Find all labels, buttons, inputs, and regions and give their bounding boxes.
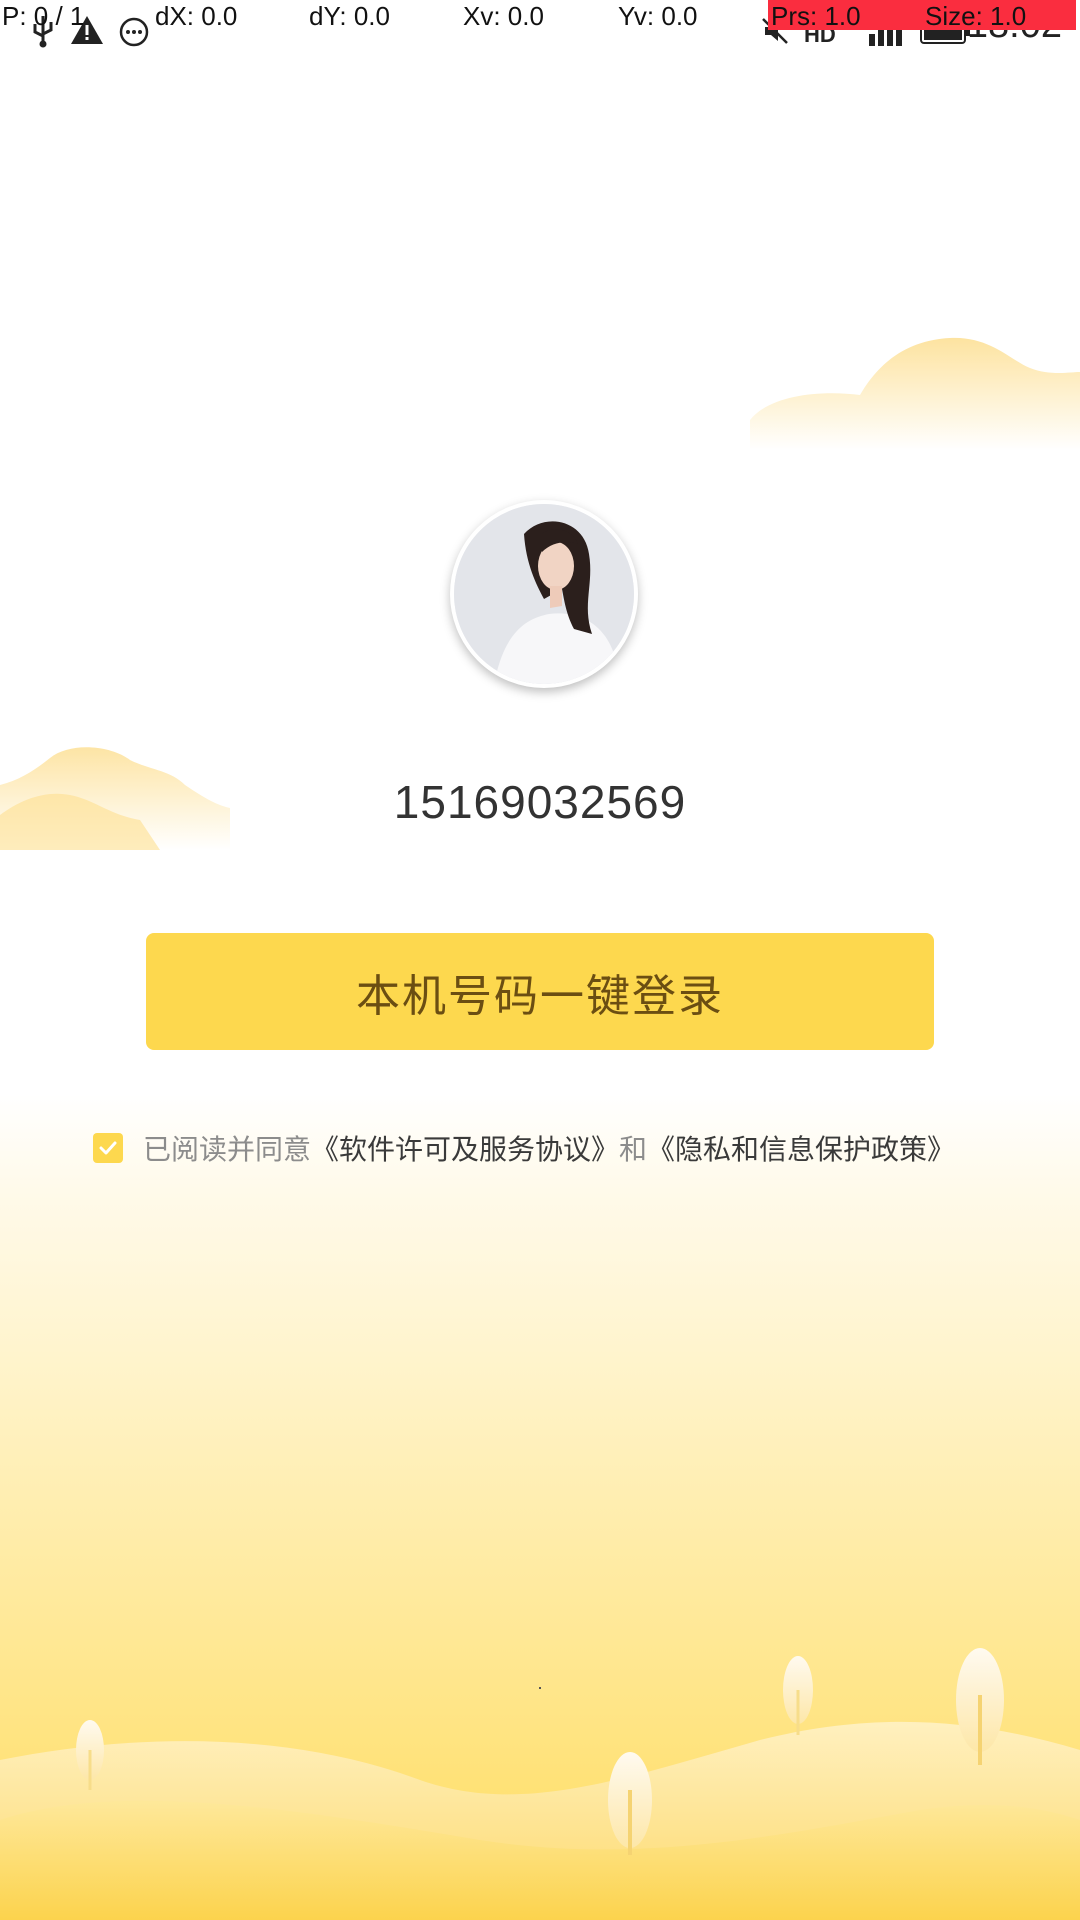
debug-pointer-count: P: 0 / 1: [2, 1, 85, 31]
checkmark-icon: [99, 1141, 117, 1155]
license-agreement-link[interactable]: 《软件许可及服务协议》: [311, 1128, 619, 1168]
cloud-decoration-top-right: [750, 337, 1080, 450]
agreement-conjunction: 和: [619, 1133, 648, 1166]
debug-dy: dY: 0.0: [309, 1, 390, 31]
one-click-login-button[interactable]: 本机号码一键登录: [146, 933, 934, 1050]
avatar-portrait-icon: [454, 504, 634, 684]
agreement-row: 已阅读并同意 《软件许可及服务协议》 和 《隐私和信息保护政策》: [93, 1126, 955, 1170]
pointer-debug-overlay: P: 0 / 1 dX: 0.0 dY: 0.0 Xv: 0.0 Yv: 0.0…: [0, 0, 1080, 34]
debug-pressure: Prs: 1.0: [771, 1, 861, 31]
privacy-policy-link[interactable]: 《隐私和信息保护政策》: [647, 1128, 955, 1168]
stray-dot: [539, 1687, 541, 1689]
debug-size: Size: 1.0: [925, 1, 1027, 31]
agreement-checkbox[interactable]: [93, 1133, 123, 1163]
hills-decoration: [0, 1648, 1080, 1920]
debug-xv: Xv: 0.0: [463, 1, 544, 31]
avatar: [450, 500, 638, 688]
tree-icon: [783, 1656, 813, 1735]
debug-dx: dX: 0.0: [155, 1, 238, 31]
phone-number: 15169032569: [393, 776, 687, 828]
agreement-prefix: 已阅读并同意: [143, 1133, 312, 1166]
debug-yv: Yv: 0.0: [618, 1, 698, 31]
